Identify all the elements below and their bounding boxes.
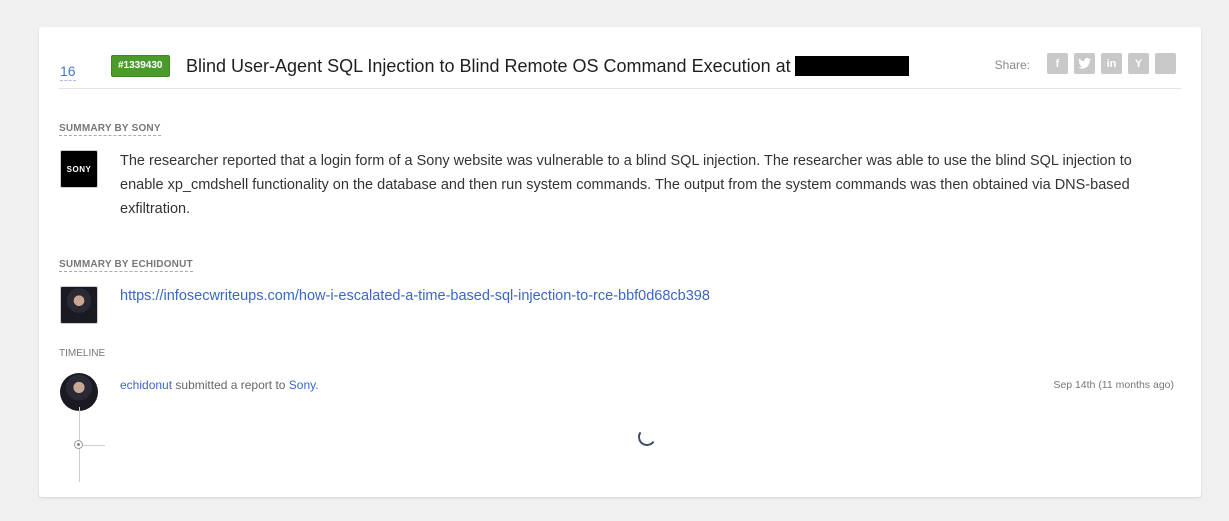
timeline-label: TIMELINE	[59, 348, 106, 359]
reporter-avatar[interactable]	[60, 286, 98, 324]
summary-sony-label[interactable]: SUMMARY BY SONY	[59, 123, 161, 136]
report-title: Blind User-Agent SQL Injection to Blind …	[186, 56, 909, 77]
sony-logo[interactable]: SONY	[60, 150, 98, 188]
facebook-icon[interactable]: f	[1047, 53, 1068, 74]
linkedin-icon[interactable]: in	[1101, 53, 1122, 74]
report-title-text: Blind User-Agent SQL Injection to Blind …	[186, 56, 791, 76]
timeline-user-link[interactable]: echidonut	[120, 378, 172, 392]
timeline-tick	[83, 445, 105, 446]
timeline-action: submitted a report to	[175, 378, 286, 392]
summary-sony-text: The researcher reported that a login for…	[120, 153, 1132, 217]
report-card: 16 #1339430 Blind User-Agent SQL Injecti…	[39, 27, 1201, 497]
twitter-icon[interactable]	[1074, 53, 1095, 74]
timeline-entry: echidonut submitted a report to Sony.	[120, 378, 319, 392]
sony-logo-text: SONY	[66, 164, 92, 174]
redacted-block	[794, 56, 909, 76]
share-bar: Share: f in Y	[995, 53, 1176, 74]
reddit-icon[interactable]	[1155, 53, 1176, 74]
vote-count[interactable]: 16	[60, 63, 76, 81]
ycombinator-icon[interactable]: Y	[1128, 53, 1149, 74]
report-header: 16 #1339430 Blind User-Agent SQL Injecti…	[59, 27, 1181, 89]
share-label: Share:	[994, 58, 1030, 72]
writeup-link[interactable]: https://infosecwriteups.com/how-i-escala…	[120, 288, 710, 304]
timeline-timestamp: Sep 14th (11 months ago)	[1053, 379, 1174, 391]
timeline-program-link[interactable]: Sony.	[289, 378, 319, 392]
report-id-badge[interactable]: #1339430	[111, 55, 170, 77]
summary-reporter-label[interactable]: SUMMARY BY ECHIDONUT	[59, 259, 193, 272]
timeline-dot	[74, 440, 83, 449]
timeline-avatar[interactable]	[60, 373, 98, 411]
loading-spinner-icon	[636, 426, 658, 448]
